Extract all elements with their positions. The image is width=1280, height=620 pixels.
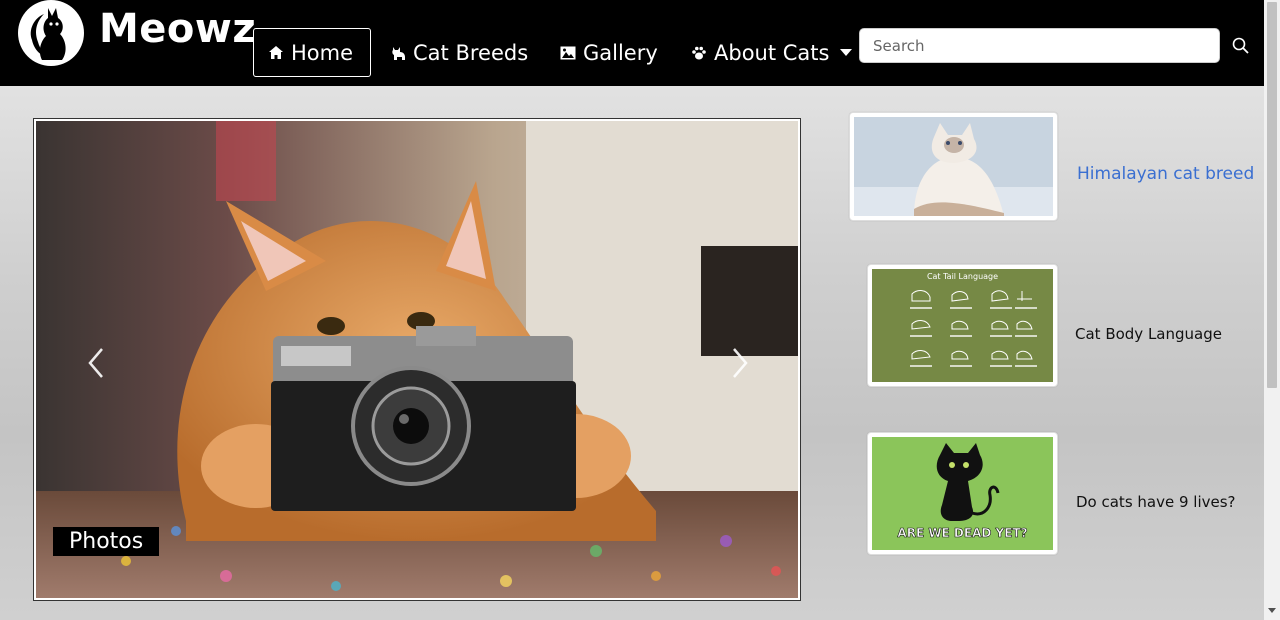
nav-cat-breeds-label: Cat Breeds — [413, 40, 529, 65]
cat-tail-language-chart: Cat Tail Language — [872, 269, 1053, 382]
thumb-himalayan[interactable] — [849, 112, 1058, 221]
chevron-left-icon[interactable] — [84, 345, 108, 381]
cat-icon — [390, 45, 406, 61]
text-cat-nine-lives[interactable]: Do cats have 9 lives? — [1076, 493, 1236, 511]
brand-logo[interactable] — [18, 0, 84, 66]
paw-icon — [691, 45, 707, 61]
cat-silhouette-logo-icon — [19, 1, 83, 65]
home-icon — [268, 45, 284, 61]
nav-about-cats[interactable]: About Cats — [677, 28, 866, 77]
thumb-cat-body-language[interactable]: Cat Tail Language — [867, 264, 1058, 387]
white-himalayan-cat-photo — [854, 117, 1053, 216]
chevron-right-icon[interactable] — [728, 345, 752, 381]
nav-cat-breeds[interactable]: Cat Breeds — [376, 28, 542, 77]
scroll-down-arrow-icon[interactable] — [1268, 608, 1276, 613]
text-cat-body-language[interactable]: Cat Body Language — [1075, 325, 1222, 343]
carousel-caption: Photos — [53, 527, 160, 556]
nav-gallery-label: Gallery — [583, 40, 658, 65]
image-icon — [560, 45, 576, 61]
dropdown-caret-icon — [840, 49, 853, 56]
brand-name[interactable]: Meowz — [99, 6, 256, 52]
are-we-dead-yet-cat-poster: ARE WE DEAD YET? — [872, 437, 1053, 550]
nav-gallery[interactable]: Gallery — [546, 28, 672, 77]
nav-about-cats-label: About Cats — [714, 40, 830, 65]
magnifier-icon[interactable] — [1232, 37, 1250, 55]
nav-home[interactable]: Home — [253, 28, 371, 77]
search-input[interactable] — [859, 28, 1220, 63]
scrollbar-thumb[interactable] — [1267, 2, 1277, 388]
chart-heading: Cat Tail Language — [927, 272, 998, 281]
link-himalayan-cat-breed[interactable]: Himalayan cat breed — [1077, 164, 1254, 184]
page-scrollbar[interactable] — [1264, 0, 1280, 620]
poster-text: ARE WE DEAD YET? — [897, 526, 1027, 540]
top-navbar: Meowz Home Cat Breeds Gallery About Cats — [0, 0, 1264, 86]
nav-home-label: Home — [291, 40, 354, 65]
thumb-cat-nine-lives[interactable]: ARE WE DEAD YET? — [867, 432, 1058, 555]
